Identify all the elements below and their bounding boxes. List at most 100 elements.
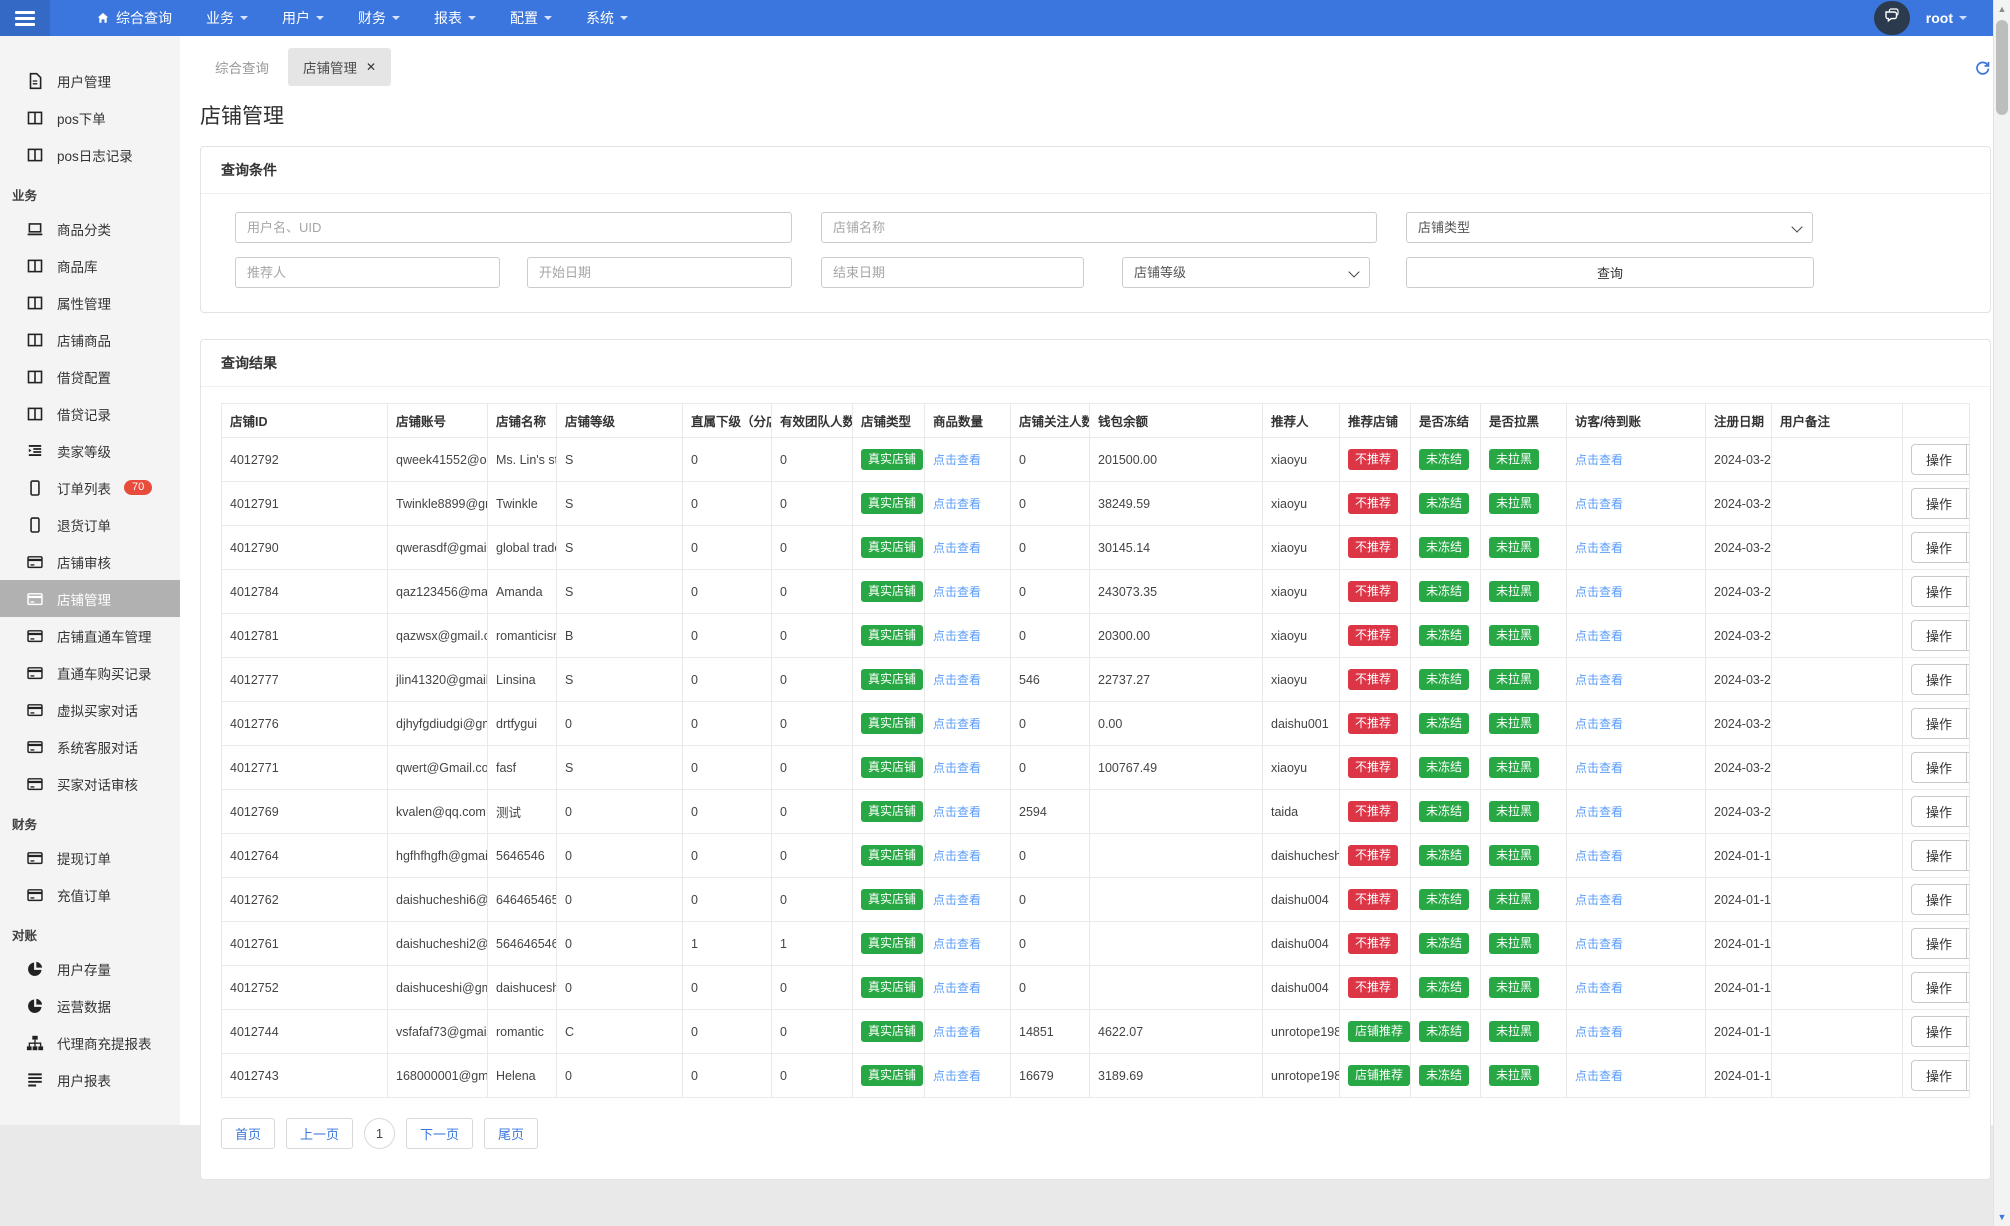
navbar-menu-item[interactable]: 业务 <box>206 8 248 28</box>
visitors-link[interactable]: 点击查看 <box>1575 541 1623 555</box>
action-dropdown-toggle[interactable] <box>1966 753 1968 782</box>
sidebar-item[interactable]: 商品分类 <box>0 210 180 247</box>
action-button-label[interactable]: 操作 <box>1912 973 1966 1002</box>
tab[interactable]: 综合查询 <box>200 48 284 86</box>
visitors-link[interactable]: 点击查看 <box>1575 1025 1623 1039</box>
visitors-link[interactable]: 点击查看 <box>1575 937 1623 951</box>
action-split-button[interactable]: 操作 <box>1911 488 1969 519</box>
action-button-label[interactable]: 操作 <box>1912 929 1966 958</box>
action-dropdown-toggle[interactable] <box>1966 973 1968 1002</box>
chat-button[interactable] <box>1873 1 1910 35</box>
action-button-label[interactable]: 操作 <box>1912 489 1966 518</box>
sidebar-item[interactable]: 用户报表 <box>0 1061 180 1098</box>
goods-count-link[interactable]: 点击查看 <box>933 849 981 863</box>
visitors-link[interactable]: 点击查看 <box>1575 585 1623 599</box>
shop-level-select[interactable]: 店铺等级 <box>1122 257 1370 288</box>
visitors-link[interactable]: 点击查看 <box>1575 849 1623 863</box>
action-button-label[interactable]: 操作 <box>1912 533 1966 562</box>
goods-count-link[interactable]: 点击查看 <box>933 981 981 995</box>
scrollbar-down-arrow[interactable]: ▼ <box>1994 1209 2010 1225</box>
action-split-button[interactable]: 操作 <box>1911 928 1969 959</box>
action-split-button[interactable]: 操作 <box>1911 752 1969 783</box>
end-date-input[interactable] <box>821 257 1084 288</box>
sidebar-item[interactable]: 店铺管理 <box>0 580 180 617</box>
action-split-button[interactable]: 操作 <box>1911 708 1969 739</box>
action-button-label[interactable]: 操作 <box>1912 665 1966 694</box>
action-dropdown-toggle[interactable] <box>1966 533 1968 562</box>
sidebar-item[interactable]: 系统客服对话 <box>0 728 180 765</box>
visitors-link[interactable]: 点击查看 <box>1575 981 1623 995</box>
action-button-label[interactable]: 操作 <box>1912 885 1966 914</box>
sidebar-item[interactable]: 卖家等级 <box>0 432 180 469</box>
sidebar-item[interactable]: 借贷配置 <box>0 358 180 395</box>
refresh-icon[interactable] <box>1974 59 1991 76</box>
tab-close-icon[interactable]: ✕ <box>366 60 376 74</box>
pagination-button[interactable]: 上一页 <box>286 1118 354 1149</box>
navbar-menu-item[interactable]: 用户 <box>282 8 324 28</box>
referrer-input[interactable] <box>235 257 500 288</box>
action-dropdown-toggle[interactable] <box>1966 797 1968 826</box>
goods-count-link[interactable]: 点击查看 <box>933 893 981 907</box>
visitors-link[interactable]: 点击查看 <box>1575 453 1623 467</box>
action-dropdown-toggle[interactable] <box>1966 577 1968 606</box>
action-split-button[interactable]: 操作 <box>1911 884 1969 915</box>
goods-count-link[interactable]: 点击查看 <box>933 805 981 819</box>
goods-count-link[interactable]: 点击查看 <box>933 673 981 687</box>
sidebar-item[interactable]: 用户存量 <box>0 950 180 987</box>
visitors-link[interactable]: 点击查看 <box>1575 761 1623 775</box>
scrollbar-up-arrow[interactable]: ▲ <box>1994 1 2010 17</box>
sidebar-item[interactable]: 退货订单 <box>0 506 180 543</box>
goods-count-link[interactable]: 点击查看 <box>933 541 981 555</box>
start-date-input[interactable] <box>527 257 792 288</box>
navbar-menu-item[interactable]: 系统 <box>586 8 628 28</box>
navbar-menu-item[interactable]: 配置 <box>510 8 552 28</box>
sidebar-item[interactable]: 借贷记录 <box>0 395 180 432</box>
action-button-label[interactable]: 操作 <box>1912 841 1966 870</box>
sidebar-item[interactable]: 商品库 <box>0 247 180 284</box>
goods-count-link[interactable]: 点击查看 <box>933 1069 981 1083</box>
action-dropdown-toggle[interactable] <box>1966 1061 1968 1090</box>
action-button-label[interactable]: 操作 <box>1912 621 1966 650</box>
goods-count-link[interactable]: 点击查看 <box>933 585 981 599</box>
sidebar-item[interactable]: pos日志记录 <box>0 136 180 173</box>
pagination-button[interactable]: 1 <box>364 1118 396 1149</box>
action-dropdown-toggle[interactable] <box>1966 885 1968 914</box>
goods-count-link[interactable]: 点击查看 <box>933 717 981 731</box>
scrollbar-thumb[interactable] <box>1996 20 2008 115</box>
goods-count-link[interactable]: 点击查看 <box>933 761 981 775</box>
search-button[interactable]: 查询 <box>1406 257 1814 288</box>
visitors-link[interactable]: 点击查看 <box>1575 893 1623 907</box>
scrollbar[interactable]: ▲ ▼ <box>1993 0 2010 1226</box>
pagination-button[interactable]: 首页 <box>221 1118 276 1149</box>
action-split-button[interactable]: 操作 <box>1911 1016 1969 1047</box>
sidebar-item[interactable]: 店铺商品 <box>0 321 180 358</box>
action-button-label[interactable]: 操作 <box>1912 709 1966 738</box>
sidebar-item[interactable]: 店铺审核 <box>0 543 180 580</box>
sidebar-item[interactable]: 属性管理 <box>0 284 180 321</box>
action-split-button[interactable]: 操作 <box>1911 444 1969 475</box>
navbar-menu-item[interactable]: 报表 <box>434 8 476 28</box>
sidebar-item[interactable]: 充值订单 <box>0 876 180 913</box>
action-dropdown-toggle[interactable] <box>1966 445 1968 474</box>
action-dropdown-toggle[interactable] <box>1966 489 1968 518</box>
sidebar-item[interactable]: 虚拟买家对话 <box>0 691 180 728</box>
action-button-label[interactable]: 操作 <box>1912 445 1966 474</box>
goods-count-link[interactable]: 点击查看 <box>933 497 981 511</box>
action-dropdown-toggle[interactable] <box>1966 841 1968 870</box>
action-split-button[interactable]: 操作 <box>1911 620 1969 651</box>
action-button-label[interactable]: 操作 <box>1912 753 1966 782</box>
action-button-label[interactable]: 操作 <box>1912 1061 1966 1090</box>
action-split-button[interactable]: 操作 <box>1911 664 1969 695</box>
user-dropdown[interactable]: root <box>1926 10 1967 26</box>
sidebar-item[interactable]: 订单列表 70 <box>0 469 180 506</box>
sidebar-item[interactable]: 直通车购买记录 <box>0 654 180 691</box>
action-dropdown-toggle[interactable] <box>1966 709 1968 738</box>
sidebar-item[interactable]: 运营数据 <box>0 987 180 1024</box>
shop-type-select[interactable]: 店铺类型 <box>1406 212 1813 243</box>
action-split-button[interactable]: 操作 <box>1911 972 1969 1003</box>
action-split-button[interactable]: 操作 <box>1911 532 1969 563</box>
action-split-button[interactable]: 操作 <box>1911 1060 1969 1091</box>
goods-count-link[interactable]: 点击查看 <box>933 453 981 467</box>
sidebar-item[interactable]: 店铺直通车管理 <box>0 617 180 654</box>
username-uid-input[interactable] <box>235 212 792 243</box>
